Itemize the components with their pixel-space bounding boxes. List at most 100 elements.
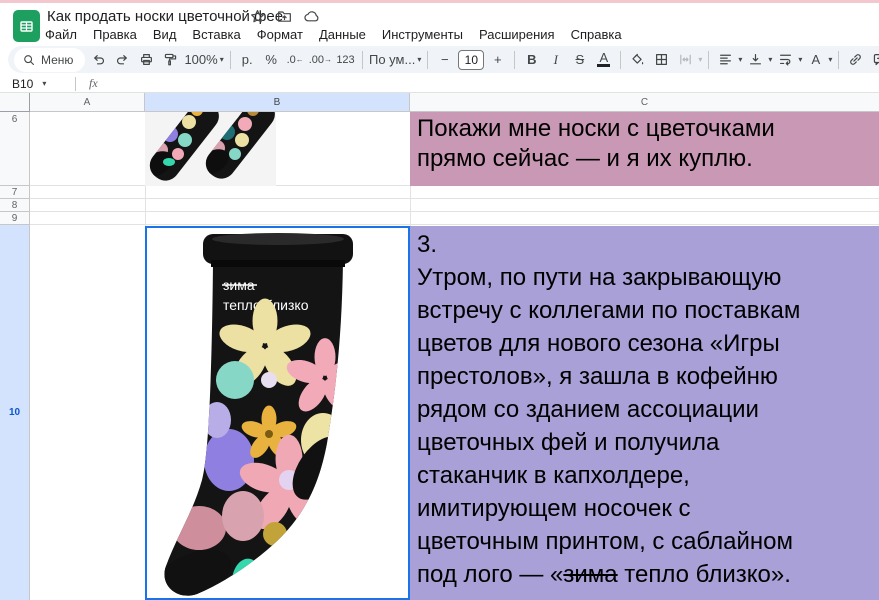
cup-in-sock-cupholder-picture: зима тепло близко bbox=[147, 228, 408, 598]
name-box[interactable]: B10 ▾ bbox=[0, 77, 72, 91]
wrap-caret-icon[interactable]: ▾ bbox=[798, 55, 802, 64]
undo-icon bbox=[91, 52, 106, 67]
app-header: Как продать носки цветочной фее Файл Пра… bbox=[0, 3, 879, 45]
zoom-caret-icon[interactable]: ▾ bbox=[220, 55, 224, 64]
merge-cells-button[interactable] bbox=[675, 49, 696, 71]
more-formats-button[interactable]: 123 bbox=[335, 49, 356, 71]
row-header-8[interactable]: 8 bbox=[0, 199, 30, 212]
cell-b10-selected[interactable]: зима тепло близко bbox=[145, 226, 410, 600]
column-header-a[interactable]: A bbox=[30, 93, 145, 112]
row-8-band[interactable] bbox=[30, 199, 879, 212]
print-button[interactable] bbox=[136, 49, 157, 71]
toolbar-separator bbox=[230, 51, 231, 69]
cloud-saved-icon[interactable] bbox=[304, 9, 320, 24]
text-wrap-button[interactable] bbox=[775, 49, 796, 71]
menu-edit[interactable]: Правка bbox=[93, 27, 137, 42]
cell-c10[interactable]: 3. Утром, по пути на закрывающую встречу… bbox=[410, 226, 879, 600]
menu-bar: Файл Правка Вид Вставка Формат Данные Ин… bbox=[45, 27, 622, 42]
move-to-folder-icon[interactable] bbox=[277, 9, 292, 24]
menu-file[interactable]: Файл bbox=[45, 27, 77, 42]
increase-decimal-button[interactable]: .00→ bbox=[309, 49, 332, 71]
rotation-caret-icon[interactable]: ▾ bbox=[828, 55, 832, 64]
horizontal-align-button[interactable] bbox=[715, 49, 736, 71]
active-cell-ref: B10 bbox=[12, 77, 33, 91]
toolbar-separator bbox=[362, 51, 363, 69]
toolbar: Меню 100% ▾ р. % .0← .00→ 123 По ум... ▾… bbox=[8, 46, 879, 73]
column-header-b[interactable]: B bbox=[145, 93, 410, 112]
increase-font-size-button[interactable]: + bbox=[487, 49, 508, 71]
valign-caret-icon[interactable]: ▾ bbox=[768, 55, 772, 64]
column-header-c[interactable]: C bbox=[410, 93, 879, 112]
menu-help[interactable]: Справка bbox=[571, 27, 622, 42]
menu-data[interactable]: Данные bbox=[319, 27, 366, 42]
strikethrough-button[interactable]: S bbox=[569, 49, 590, 71]
search-label: Меню bbox=[41, 53, 73, 67]
menu-view[interactable]: Вид bbox=[153, 27, 177, 42]
percent-format-button[interactable]: % bbox=[261, 49, 282, 71]
row-header-10[interactable]: 10 bbox=[0, 225, 30, 600]
menu-insert[interactable]: Вставка bbox=[192, 27, 240, 42]
cell-c10-line: Утром, по пути на закрывающую bbox=[417, 261, 879, 294]
decrease-decimal-arrow-icon: ← bbox=[296, 55, 304, 64]
insert-link-button[interactable] bbox=[845, 49, 866, 71]
cell-c10-line: цветочных фей и получила bbox=[417, 426, 879, 459]
cell-c10-line: имитирующем носочек с bbox=[417, 492, 879, 525]
row-7-band[interactable] bbox=[30, 186, 879, 199]
row-header-7[interactable]: 7 bbox=[0, 186, 30, 199]
formula-input[interactable] bbox=[98, 75, 879, 92]
cell-c10-last-line: под лого — «зима тепло близко». bbox=[417, 558, 879, 591]
zoom-control[interactable]: 100% bbox=[184, 49, 217, 71]
namebox-caret-icon[interactable]: ▾ bbox=[42, 79, 46, 88]
text-rotation-button[interactable]: A bbox=[805, 49, 826, 71]
vertical-align-button[interactable] bbox=[745, 49, 766, 71]
toolbar-separator bbox=[427, 51, 428, 69]
formula-bar: B10 ▾ fx bbox=[0, 75, 879, 93]
cell-c6[interactable]: Покажи мне носки с цветочками прямо сейч… bbox=[410, 112, 879, 186]
cell-c10-line: престолов», я зашла в кофейню bbox=[417, 360, 879, 393]
toolbar-separator bbox=[620, 51, 621, 69]
decrease-font-size-button[interactable]: − bbox=[434, 49, 455, 71]
font-family-select[interactable]: По ум... bbox=[369, 49, 415, 71]
formula-bar-separator bbox=[75, 77, 76, 91]
link-icon bbox=[848, 52, 863, 67]
bold-button[interactable]: B bbox=[521, 49, 542, 71]
menu-format[interactable]: Формат bbox=[257, 27, 303, 42]
font-caret-icon[interactable]: ▾ bbox=[417, 55, 421, 64]
redo-button[interactable] bbox=[112, 49, 133, 71]
fill-color-button[interactable] bbox=[627, 49, 648, 71]
borders-icon bbox=[654, 52, 669, 67]
paint-format-button[interactable] bbox=[160, 49, 181, 71]
currency-format-button[interactable]: р. bbox=[237, 49, 258, 71]
redo-icon bbox=[115, 52, 130, 67]
menu-extensions[interactable]: Расширения bbox=[479, 27, 555, 42]
italic-button[interactable]: I bbox=[545, 49, 566, 71]
fill-color-icon bbox=[630, 52, 645, 67]
text-wrap-icon bbox=[778, 52, 793, 67]
borders-button[interactable] bbox=[651, 49, 672, 71]
row-9-band[interactable] bbox=[30, 212, 879, 225]
align-left-icon bbox=[718, 52, 733, 67]
search-menus-button[interactable]: Меню bbox=[14, 48, 85, 72]
text-color-button[interactable]: A bbox=[593, 49, 614, 71]
star-icon[interactable] bbox=[250, 9, 265, 24]
spreadsheet-grid: A B C 6 7 8 9 10 bbox=[0, 93, 879, 600]
row-header-6[interactable]: 6 bbox=[0, 112, 30, 186]
cell-c6-line: прямо сейчас — и я их куплю. bbox=[417, 144, 879, 174]
undo-button[interactable] bbox=[88, 49, 109, 71]
cell-c10-line: встречу с коллегами по поставкам bbox=[417, 294, 879, 327]
font-size-input[interactable]: 10 bbox=[458, 50, 484, 70]
merge-caret-icon[interactable]: ▾ bbox=[698, 55, 702, 64]
menu-tools[interactable]: Инструменты bbox=[382, 27, 463, 42]
row-header-9[interactable]: 9 bbox=[0, 212, 30, 225]
halign-caret-icon[interactable]: ▾ bbox=[738, 55, 742, 64]
insert-comment-button[interactable] bbox=[869, 49, 879, 71]
cell-b6-socks-image[interactable] bbox=[145, 112, 276, 186]
comment-icon bbox=[872, 52, 879, 67]
two-floral-socks-picture bbox=[145, 112, 276, 186]
document-title[interactable]: Как продать носки цветочной фее bbox=[47, 8, 283, 25]
select-all-corner[interactable] bbox=[0, 93, 30, 112]
toolbar-separator bbox=[708, 51, 709, 69]
fx-label: fx bbox=[89, 76, 98, 91]
sheets-logo-icon[interactable] bbox=[13, 10, 40, 42]
decrease-decimal-button[interactable]: .0← bbox=[285, 49, 306, 71]
